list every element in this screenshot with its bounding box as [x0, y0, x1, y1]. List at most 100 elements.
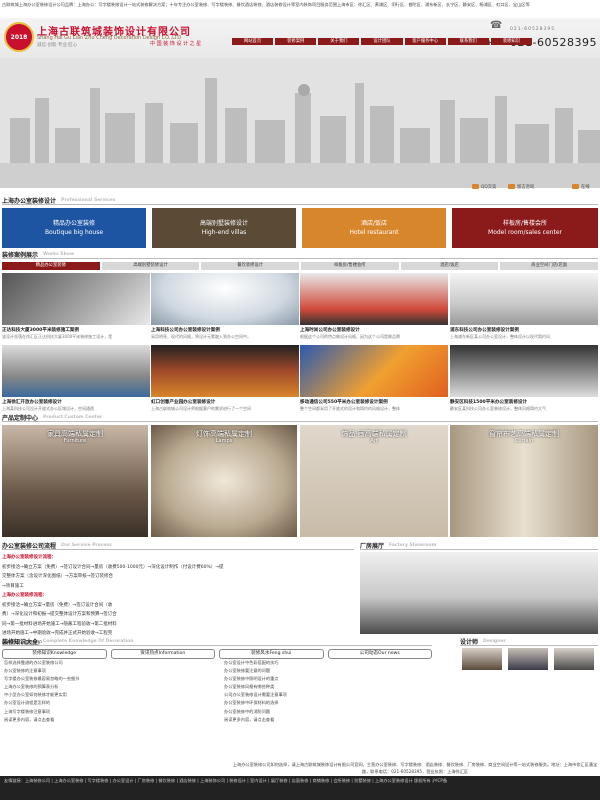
services-header: 上海办公室装修设计 Professional Services	[2, 196, 598, 205]
service-boutique-office[interactable]: 精品办公室装修 Boutique big house	[2, 208, 146, 248]
designers-title-en: Designer	[483, 638, 506, 644]
knowledge-tabs: 装修知识Knowledge 资讯热点Information 装修风水Feng s…	[2, 649, 432, 659]
case-image	[2, 345, 150, 397]
factory-title-en: Factory Showroom	[389, 542, 437, 548]
product-furniture[interactable]: 家具高端私属定制 Furniture	[2, 425, 148, 537]
process-title: 办公室装修公司流程	[2, 542, 57, 550]
list-item[interactable]: 怎样选择靠谱的办公室装修公司	[4, 659, 214, 667]
tab-knowledge[interactable]: 装修知识Knowledge	[2, 649, 107, 659]
designers-header: 设计师 Designer	[460, 637, 598, 646]
case-image	[151, 345, 299, 397]
tab-feng-shui[interactable]: 装修风水Feng shui	[219, 649, 324, 659]
case-image	[300, 273, 448, 325]
case-item[interactable]: 移动通信公司550平米办公室装修设计案例 整个空间都采用了开放式的设计和简约的风格…	[300, 345, 448, 412]
tab-villas[interactable]: 高端别墅装修设计	[101, 262, 200, 270]
case-item[interactable]: 上海时尚公司办公室装修设计 根据这个公司的特点做设计风格，因为这个公司是做品牌	[300, 273, 448, 340]
list-item[interactable]: 中小型办公室如何装修才能更实用	[4, 691, 214, 699]
online-icon	[572, 184, 579, 189]
case-item[interactable]: 上海徐汇开放办公室装修设计 上海某科技公司设计开放式办公区域设计，空间通透	[2, 345, 150, 412]
knowledge-title-en: Complete Knowledge Of Decoration	[43, 638, 134, 644]
knowledge-title: 装修知识大全	[2, 638, 39, 646]
case-item[interactable]: 静安区科技1500平米办公室装修设计 静安区某科技公司办公室装修设计，整体风格简约…	[450, 345, 598, 412]
services-title-en: Professional Services	[61, 197, 116, 203]
case-image	[151, 273, 299, 325]
tab-model-room[interactable]: 样板房/售楼会所	[301, 262, 399, 270]
slogan: 中 国 装 饰 设 计 之 星	[150, 41, 202, 47]
case-tabs: 精品办公室装修 高端别墅装修设计 餐饮装修设计 样板房/售楼会所 酒店/饭店 商…	[2, 262, 599, 270]
service-villas[interactable]: 高端别墅装修设计 High-end villas	[152, 208, 296, 248]
list-item[interactable]: 办公室装修的注意事项	[4, 667, 214, 675]
products-title-en: Product Custom Center	[43, 414, 103, 420]
list-item[interactable]: 办公室装修中的消防问题	[224, 708, 434, 716]
tab-commercial[interactable]: 商业空间门店/店面	[500, 262, 599, 270]
list-item[interactable]: 办公室设计中色彩搭配的技巧	[224, 659, 434, 667]
tab-hotel[interactable]: 酒店/饭店	[400, 262, 499, 270]
factory-showroom-image[interactable]	[360, 552, 598, 634]
cases-title: 装修案例展示	[2, 251, 39, 259]
company-tagline: 诚信·创新·专业·匠心	[37, 43, 78, 48]
online-link[interactable]: 在线	[572, 184, 590, 190]
designer-avatar[interactable]	[508, 648, 548, 670]
tab-catering[interactable]: 餐饮装修设计	[201, 262, 300, 270]
case-item[interactable]: 上海科技公司办公室装修设计案例 采用明亮、现代的风格，将设计元素融入到办公空间中。	[151, 273, 299, 340]
knowledge-list-left: 怎样选择靠谱的办公室装修公司 办公室装修的注意事项 写字楼办公室装修最容易忽略的…	[4, 659, 214, 724]
list-item[interactable]: 公司办公室装修设计需要注意事项	[224, 691, 434, 699]
service-hotel[interactable]: 酒店/饭店 Hotel restaurant	[302, 208, 446, 248]
nav-home[interactable]: 网站首页	[232, 38, 274, 45]
product-art[interactable]: 饰品·画高端私属定制 Art	[300, 425, 448, 537]
phone-icon: ☎	[490, 20, 503, 31]
message-link[interactable]: 留言咨询	[508, 184, 534, 190]
more-link[interactable]: 阅读更多内容，请点击查看	[4, 716, 214, 724]
list-item[interactable]: 办公室装修要注意的问题	[224, 667, 434, 675]
knowledge-list-mid: 办公室设计中色彩搭配的技巧 办公室装修要注意的问题 办公室装修中照明设计的重点 …	[224, 659, 434, 724]
product-curtain[interactable]: 窗帘布艺高端私属定制 Curtain	[450, 425, 598, 537]
top-note: 古联筑城上海办公室装修设计公司品牌：上海办公：写字楼装修设计一站式装修解决方案；…	[2, 2, 530, 7]
products-title: 产品定制中心	[2, 414, 39, 422]
qq-chat-link[interactable]: QQ交谈	[472, 184, 496, 190]
nav-contact[interactable]: 联系我们	[447, 38, 489, 45]
list-item[interactable]: 办公室装修风格有哪些种类	[224, 683, 434, 691]
tab-boutique-office[interactable]: 精品办公室装修	[2, 262, 100, 270]
case-image	[2, 273, 150, 325]
product-lamps[interactable]: 灯饰高端私属定制 Lamps	[151, 425, 297, 537]
case-image	[450, 345, 598, 397]
nav-cases[interactable]: 装修案例	[275, 38, 317, 45]
nav-service[interactable]: 客户服务中心	[404, 38, 446, 45]
case-image	[450, 273, 598, 325]
list-item[interactable]: 办公室装修中环保材料的选择	[224, 699, 434, 707]
city-skyline-image	[0, 58, 600, 188]
process-text: 上海办公室装修设计流程： 初步接洽→确立方案（免费）→签订设计合同→量房（收费5…	[2, 555, 224, 646]
designers-title: 设计师	[460, 638, 479, 646]
list-item[interactable]: 上海办公室装修的预算表分析	[4, 683, 214, 691]
phone-small: 021-60528395	[510, 27, 556, 32]
services-title: 上海办公室装修设计	[2, 197, 57, 205]
case-image	[300, 345, 448, 397]
designer-avatar[interactable]	[554, 648, 594, 670]
header-banner: 2018 上海古联筑城装饰设计有限公司 Shang Hai Gu Lian Zh…	[0, 18, 600, 188]
list-item[interactable]: 办公室设计流程是怎样的	[4, 699, 214, 707]
nav-knowledge[interactable]: 装修知识	[490, 38, 532, 45]
case-item[interactable]: 浦东科技公司办公室装修设计案例 上海浦东新区某公司办公室设计，整体设计以现代简约风	[450, 273, 598, 340]
nav-team[interactable]: 设计团队	[361, 38, 403, 45]
case-item[interactable]: 正达科技大厦3000平米装修施工案例 该设计坐落在徐汇区正达科技大厦3000平米装…	[2, 273, 150, 340]
footer-about: 上海办公室装修公司如何选择，请上海古联筑城装饰设计有限公司官网，主营办公室装修、…	[232, 762, 598, 774]
company-logo[interactable]: 2018	[4, 22, 34, 52]
list-item[interactable]: 办公室装修中照明设计的重点	[224, 675, 434, 683]
cases-header: 装修案例展示 Works Show	[2, 250, 598, 259]
case-item[interactable]: 虹口创意产业园办公室装修设计 上海古联筑城公司设计师根据客户的需求进行了一个空间	[151, 345, 299, 412]
knowledge-header: 装修知识大全 Complete Knowledge Of Decoration	[2, 637, 432, 646]
list-item[interactable]: 上海写字楼装修注意事项	[4, 708, 214, 716]
tab-news[interactable]: 公司动态Our news	[327, 649, 432, 659]
more-link[interactable]: 阅读更多内容，请点击查看	[224, 716, 434, 724]
process-header: 办公室装修公司流程 Our Service Process	[2, 541, 354, 550]
tab-information[interactable]: 资讯热点Information	[110, 649, 215, 659]
list-item[interactable]: 写字楼办公室装修最容易忽略的一些细节	[4, 675, 214, 683]
factory-header: 厂房展厅 Factory Showroom	[360, 541, 598, 550]
service-model-room[interactable]: 样板房/售楼会所 Model room/sales center	[452, 208, 598, 248]
cases-title-en: Works Show	[43, 251, 75, 257]
nav-about[interactable]: 关于我们	[318, 38, 360, 45]
designer-avatar[interactable]	[462, 648, 502, 670]
process-title-en: Our Service Process	[61, 542, 112, 548]
footer-links: 友情链接：上海装修公司 | 上海办公室装修 | 写字楼装修 | 办公室设计 | …	[0, 776, 600, 800]
main-nav: 网站首页 装修案例 关于我们 设计团队 客户服务中心 联系我们 装修知识	[232, 38, 532, 45]
